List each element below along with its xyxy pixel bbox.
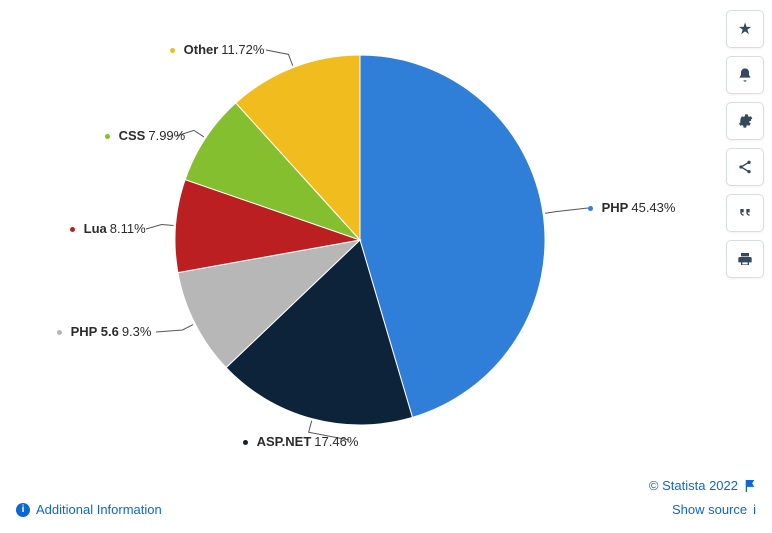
slice-label-php56: PHP 5.69.3% — [57, 324, 151, 339]
print-icon — [737, 251, 753, 267]
additional-info-label: Additional Information — [36, 502, 162, 517]
additional-information-link[interactable]: i Additional Information — [16, 502, 162, 517]
slice-label-lua: Lua8.11% — [70, 221, 146, 236]
show-source-label: Show source — [672, 502, 747, 517]
star-icon: ★ — [738, 19, 752, 39]
quote-icon — [737, 205, 753, 221]
footer: i Additional Information © Statista 2022… — [16, 478, 756, 523]
slice-label-other: Other11.72% — [170, 42, 264, 57]
notify-button[interactable] — [726, 56, 764, 94]
info-icon: i — [16, 503, 30, 517]
gear-icon — [737, 113, 753, 129]
copyright: © Statista 2022 — [649, 478, 756, 493]
chart-container: PHP45.43% ASP.NET17.46% PHP 5.69.3% Lua8… — [0, 0, 720, 475]
slice-label-aspnet: ASP.NET17.46% — [243, 434, 358, 449]
slice-label-php: PHP45.43% — [588, 200, 675, 215]
favorite-button[interactable]: ★ — [726, 10, 764, 48]
share-button[interactable] — [726, 148, 764, 186]
slice-label-css: CSS7.99% — [105, 128, 185, 143]
bell-icon — [737, 67, 753, 83]
share-icon — [737, 159, 753, 175]
copyright-text: © Statista 2022 — [649, 478, 738, 493]
info-icon: i — [753, 502, 756, 517]
cite-button[interactable] — [726, 194, 764, 232]
flag-icon — [744, 480, 756, 492]
pie-chart — [175, 55, 545, 425]
settings-button[interactable] — [726, 102, 764, 140]
show-source-link[interactable]: Show source i — [672, 502, 756, 517]
print-button[interactable] — [726, 240, 764, 278]
action-rail: ★ — [726, 10, 764, 278]
